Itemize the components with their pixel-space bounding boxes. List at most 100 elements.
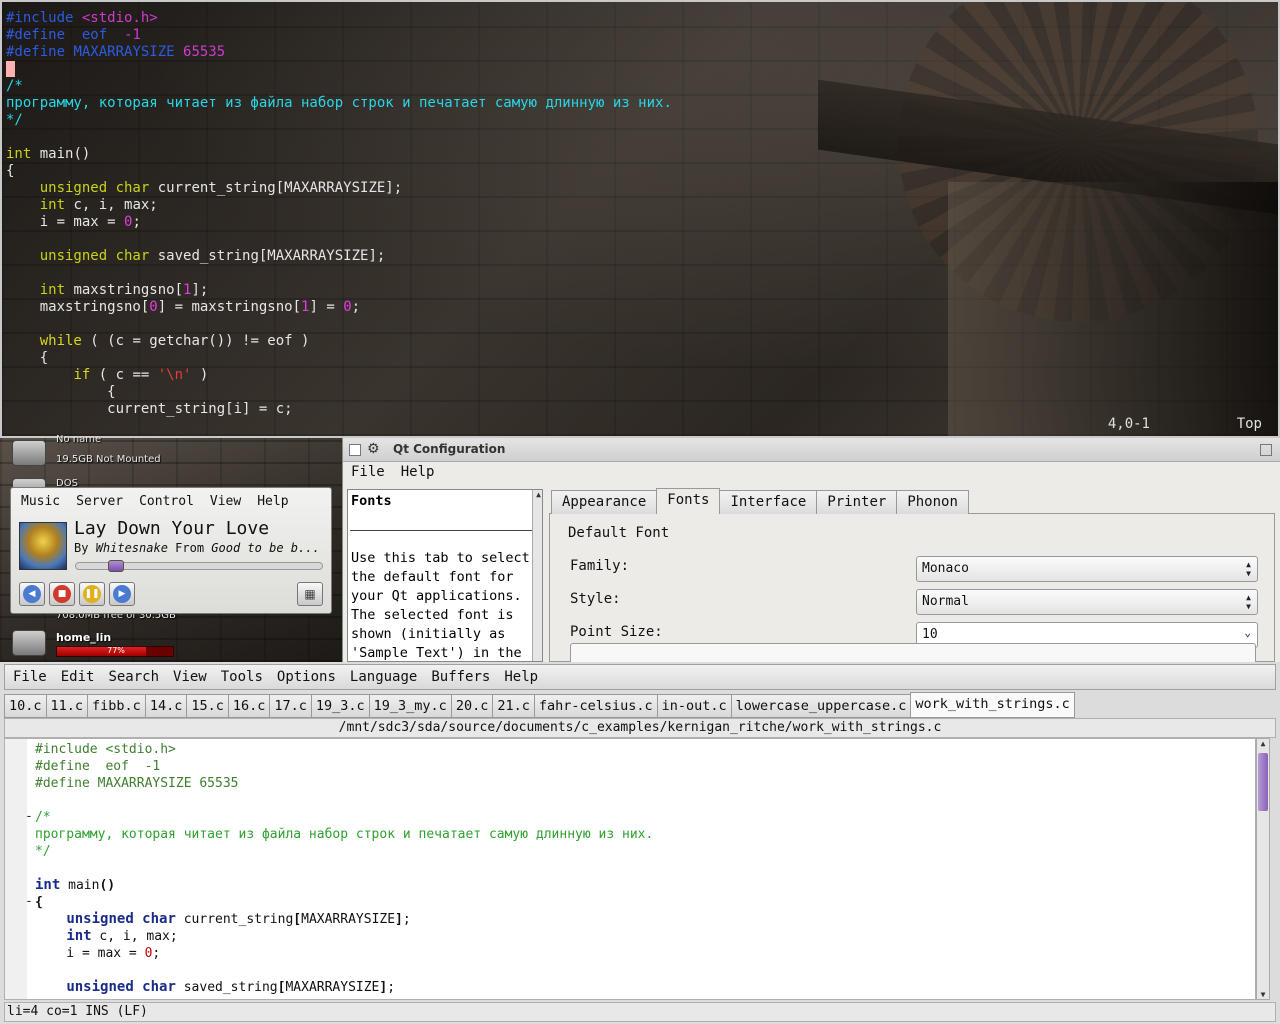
file-tab[interactable]: 20.c <box>450 694 494 718</box>
file-tab[interactable]: 19_3_my.c <box>368 694 452 718</box>
code-token: /* <box>35 810 51 825</box>
help-text: Use this tab to select the default font … <box>351 550 530 661</box>
code-token: if <box>73 367 91 383</box>
code-line: maxstringsno[0] = maxstringsno[1] = 0; <box>6 299 672 316</box>
editor-menu-tools[interactable]: Tools <box>213 665 269 685</box>
code-line: int maxstringsno[1]; <box>6 282 672 299</box>
qt-menubar: File Help <box>343 464 442 480</box>
code-token: main() <box>31 146 91 162</box>
next-button[interactable]: ▶ <box>109 582 135 606</box>
seek-handle[interactable] <box>108 560 125 572</box>
file-tab[interactable]: fahr-celsius.c <box>533 694 658 718</box>
editor-vertical-scrollbar[interactable]: ▲ ▼ <box>1256 738 1270 1000</box>
code-line: while ( (c = getchar()) != eof ) <box>6 333 672 350</box>
player-menu-server[interactable]: Server <box>66 492 129 514</box>
code-token: ; <box>152 946 161 961</box>
seek-bar[interactable] <box>75 560 323 572</box>
file-tab[interactable]: fibb.c <box>87 694 146 718</box>
code-line: #include <stdio.h> <box>35 741 653 758</box>
family-combobox[interactable]: Monaco ▲ ▼ <box>916 556 1258 582</box>
editor-menu-help[interactable]: Help <box>496 665 544 685</box>
family-label: Family: <box>570 558 630 574</box>
style-combobox[interactable]: Normal ▲ ▼ <box>916 589 1258 615</box>
tab-interface[interactable]: Interface <box>719 490 818 514</box>
code-line: { <box>6 163 672 180</box>
file-tab[interactable]: work_with_strings.c <box>910 692 1075 718</box>
editor-code[interactable]: #include <stdio.h> #define eof -1 #define … <box>35 741 653 996</box>
fold-toggle-icon[interactable]: - <box>25 894 33 909</box>
player-menu-music[interactable]: Music <box>11 492 66 514</box>
code-token: saved_string[MAXARRAYSIZE]; <box>149 248 386 264</box>
editor-menu-buffers[interactable]: Buffers <box>423 665 496 685</box>
file-tab[interactable]: 19_3.c <box>310 694 370 718</box>
file-tab[interactable]: 10.c <box>4 694 47 718</box>
editor-menu-edit[interactable]: Edit <box>53 665 101 685</box>
fold-gutter[interactable] <box>5 739 27 999</box>
scroll-up-icon[interactable]: ▲ <box>533 490 542 499</box>
code-token: MAXARRAYSIZE <box>285 980 380 995</box>
file-tab[interactable]: 21.c <box>492 694 535 718</box>
code-line: программу, которая читает из файла набор… <box>35 826 653 843</box>
code-token: #define <box>6 44 74 60</box>
player-menu-view[interactable]: View <box>200 492 247 514</box>
playlist-button[interactable]: ▦ <box>297 582 323 606</box>
tab-phonon[interactable]: Phonon <box>896 490 969 514</box>
scroll-down-icon[interactable]: ▼ <box>1257 990 1269 999</box>
help-scrollbar[interactable]: ▲ <box>532 490 542 661</box>
tab-printer[interactable]: Printer <box>816 490 898 514</box>
code-token: main <box>60 878 100 893</box>
file-tab[interactable]: 17.c <box>269 694 312 718</box>
code-line: current_string[i] = c; <box>6 401 672 418</box>
code-token: { <box>35 895 43 910</box>
track-by: By <box>74 541 96 555</box>
window-menu-button[interactable] <box>349 444 361 456</box>
terminal-code[interactable]: #include <stdio.h> #define eof -1 #define … <box>6 10 672 418</box>
code-line: #define eof -1 <box>6 27 672 44</box>
qt-menu-help[interactable]: Help <box>393 464 443 480</box>
qt-menu-file[interactable]: File <box>343 464 393 480</box>
drive-icon[interactable] <box>12 440 46 466</box>
file-tab[interactable]: lowercase_uppercase.c <box>730 694 912 718</box>
default-font-group-title: Default Font <box>568 525 670 541</box>
file-tab[interactable]: 11.c <box>45 694 89 718</box>
scroll-up-icon[interactable]: ▲ <box>1257 739 1269 748</box>
window-titlebar[interactable]: ⚙ Qt Configuration <box>343 438 1280 462</box>
code-token: c, i, max; <box>91 929 178 944</box>
code-line: { <box>6 350 672 367</box>
code-token: ; <box>351 299 361 315</box>
tab-appearance[interactable]: Appearance <box>551 490 658 514</box>
maximize-button[interactable] <box>1260 444 1272 456</box>
code-token: current_string[MAXARRAYSIZE]; <box>149 180 403 196</box>
code-token: -1 <box>124 27 141 43</box>
code-token: i = max = <box>6 214 125 230</box>
code-token: ; <box>402 912 411 927</box>
scrollbar-thumb[interactable] <box>1258 753 1268 811</box>
home-drive-icon[interactable] <box>12 630 46 656</box>
file-tab[interactable]: 15.c <box>186 694 229 718</box>
file-tab[interactable]: 16.c <box>227 694 271 718</box>
stop-button[interactable]: ■ <box>49 582 75 606</box>
player-menu-control[interactable]: Control <box>129 492 200 514</box>
editor-menu-options[interactable]: Options <box>269 665 342 685</box>
editor-menu-search[interactable]: Search <box>100 665 165 685</box>
vim-terminal-window[interactable]: #include <stdio.h> #define eof -1 #define … <box>0 0 1280 438</box>
code-line: unsigned char current_string[MAXARRAYSIZ… <box>6 180 672 197</box>
family-value: Monaco <box>922 561 969 576</box>
editor-menu-view[interactable]: View <box>165 665 213 685</box>
code-token: () <box>99 878 116 893</box>
tab-fonts[interactable]: Fonts <box>656 488 721 514</box>
qt-tools-icon: ⚙ <box>367 441 380 457</box>
editor-menu-file[interactable]: File <box>5 665 53 685</box>
fold-toggle-icon[interactable]: - <box>25 809 33 824</box>
file-tab[interactable]: in-out.c <box>656 694 732 718</box>
player-menu-help[interactable]: Help <box>247 492 294 514</box>
track-artist: Whitesnake <box>95 541 168 555</box>
previous-button[interactable]: ◀ <box>19 582 45 606</box>
file-tab[interactable]: 14.c <box>144 694 188 718</box>
editor-menu-language[interactable]: Language <box>342 665 423 685</box>
pause-button[interactable]: ❚❚ <box>79 582 105 606</box>
editor-text-area[interactable]: - - #include <stdio.h> #define eof -1 #defi… <box>4 738 1256 1000</box>
